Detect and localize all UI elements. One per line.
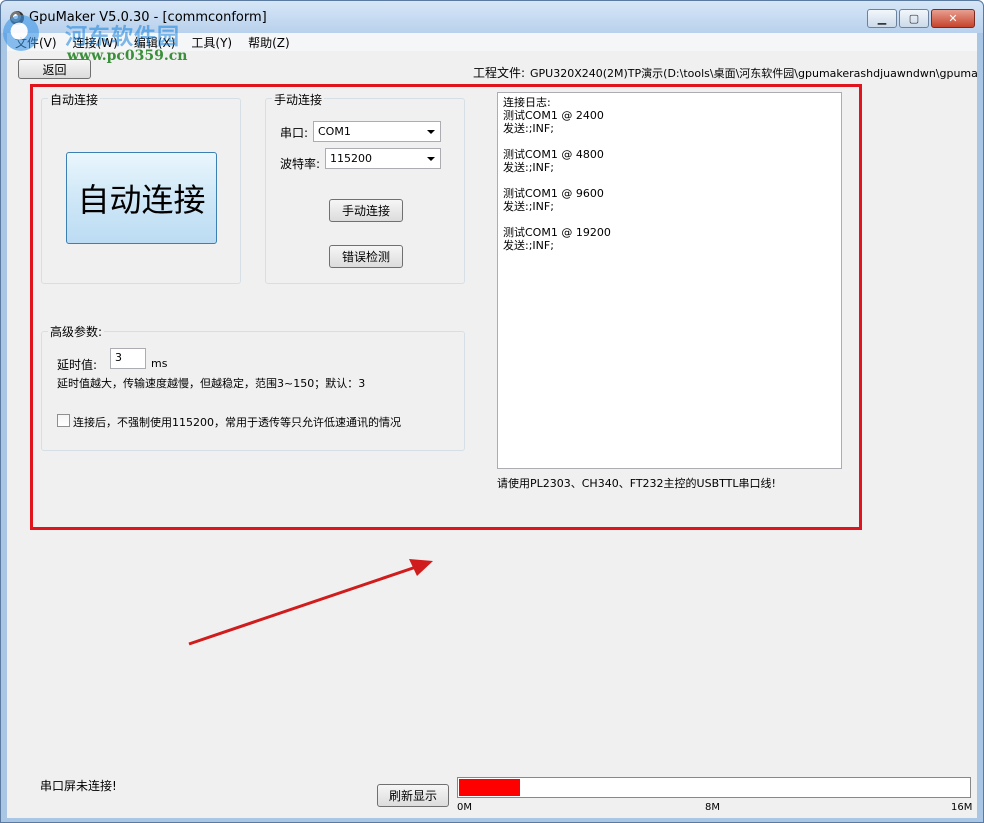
- status-bar: 串口屏未连接! 刷新显示 0M 8M 16M: [7, 765, 977, 818]
- memory-progress-bar: [457, 777, 971, 798]
- menu-tools[interactable]: 工具(Y): [183, 33, 240, 51]
- annotation-arrow-icon: [188, 559, 433, 646]
- close-button[interactable]: ✕: [931, 9, 975, 28]
- connection-status: 串口屏未连接!: [40, 779, 117, 793]
- maximize-button[interactable]: ▢: [899, 9, 929, 28]
- progress-tick-end: 16M: [951, 802, 973, 813]
- project-file-label: 工程文件:: [473, 66, 526, 80]
- window-controls: ▁ ▢ ✕: [867, 9, 975, 28]
- memory-progress-fill: [459, 779, 520, 796]
- project-file-path: GPU320X240(2M)TP演示(D:\tools\桌面\河东软件园\gpu…: [530, 67, 977, 80]
- progress-tick-start: 0M: [457, 802, 472, 813]
- watermark-logo: [3, 15, 39, 51]
- menu-help[interactable]: 帮助(Z): [240, 33, 298, 51]
- progress-tick-mid: 8M: [705, 802, 720, 813]
- watermark-url: www.pc0359.cn: [67, 48, 188, 64]
- minimize-button[interactable]: ▁: [867, 9, 897, 28]
- app-window: GpuMaker V5.0.30 - [commconform] ▁ ▢ ✕ 文…: [0, 0, 984, 823]
- highlight-frame: [30, 84, 862, 530]
- watermark-text: 河东软件园: [65, 25, 181, 50]
- refresh-display-button[interactable]: 刷新显示: [377, 784, 449, 807]
